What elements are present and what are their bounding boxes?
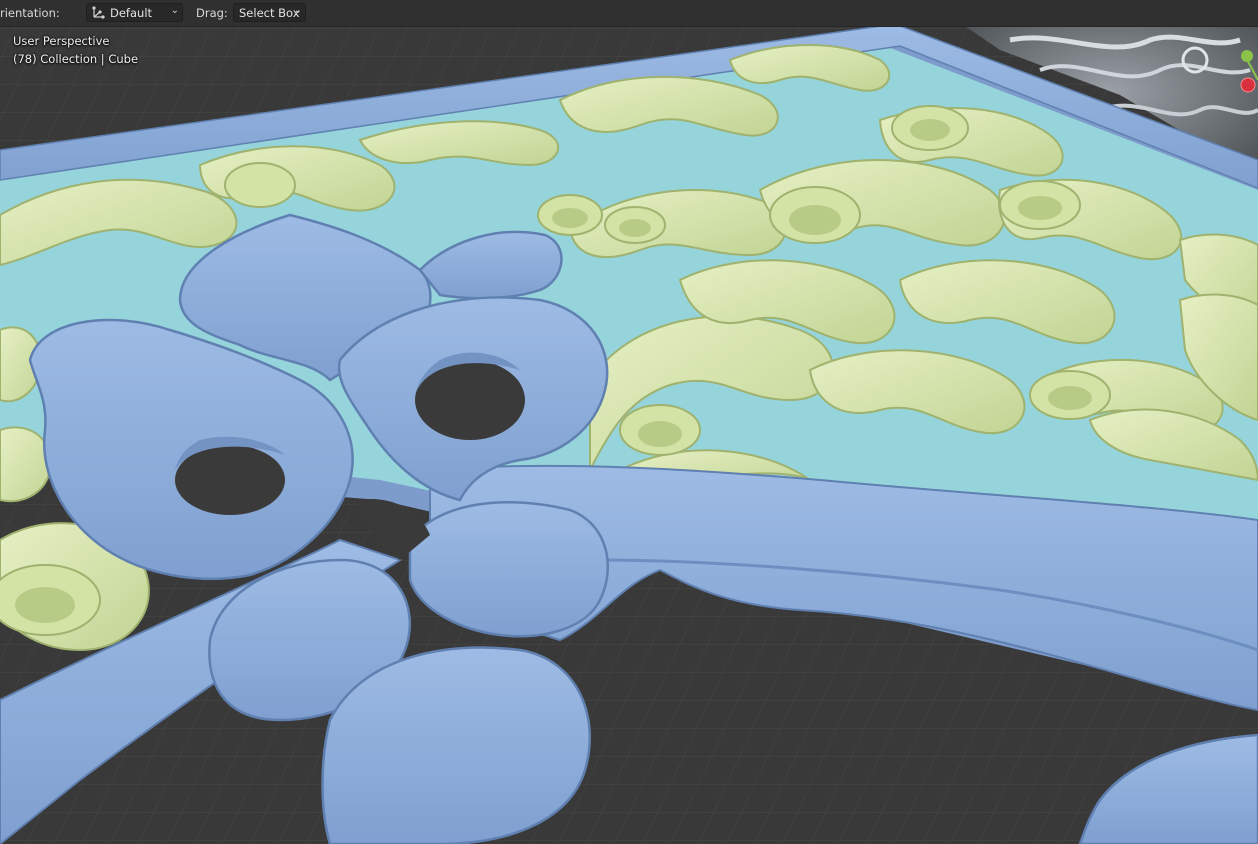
chevron-down-icon: ⌄ (170, 5, 179, 16)
viewport-header: rientation: Default ⌄ Drag: Select Box ⌄ (0, 0, 1258, 27)
viewport-object-info: (78) Collection | Cube (13, 52, 139, 66)
3d-viewport[interactable]: User Perspective (78) Collection | Cube (0, 0, 1258, 844)
drag-value: Select Box (239, 6, 300, 20)
viewport-perspective-label: User Perspective (13, 34, 110, 48)
drag-dropdown[interactable]: Select Box ⌄ (233, 3, 306, 22)
axis-x-icon[interactable] (1240, 77, 1256, 93)
viewport-scene[interactable] (0, 0, 1258, 844)
navigation-gizmo[interactable] (1236, 40, 1258, 110)
orientation-value: Default (110, 6, 153, 20)
axis-y-icon[interactable] (1241, 50, 1253, 62)
chevron-down-icon: ⌄ (293, 5, 302, 16)
orientation-dropdown[interactable]: Default ⌄ (86, 3, 183, 22)
drag-label: Drag: (196, 6, 228, 20)
transform-orientation-icon (92, 6, 105, 19)
orientation-label: rientation: (0, 6, 60, 20)
